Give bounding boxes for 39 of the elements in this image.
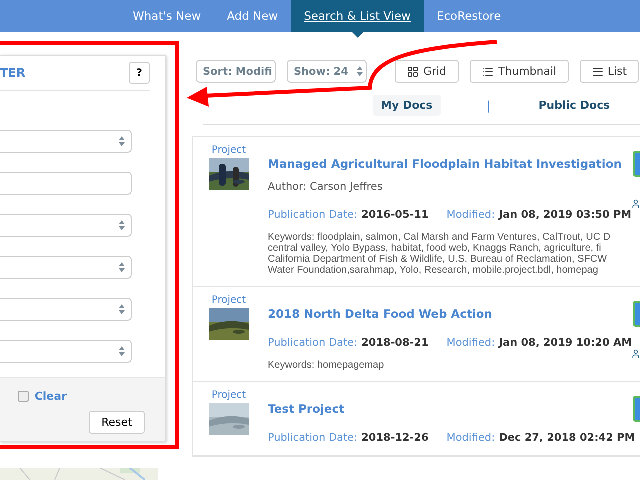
nav-tab[interactable]: What's New — [120, 0, 214, 32]
date-label: Modified: — [446, 432, 496, 444]
view-button[interactable]: List — [580, 60, 639, 83]
keywords-line: central valley, Yolo Bypass, habitat, food web, Knaggs Ranch, agriculture, fi — [268, 243, 602, 254]
reset-button[interactable]: Reset — [89, 411, 145, 434]
help-button[interactable]: ? — [129, 62, 150, 84]
date-value: 2018-12-26 — [362, 432, 429, 444]
doc-author: Author: Carson Jeffres — [268, 181, 384, 193]
doc-type: Project — [212, 295, 246, 306]
clear-link[interactable]: Clear — [34, 390, 67, 403]
keywords-line: Keywords: homepagemap — [268, 360, 386, 371]
keywords-line: Water Foundation,sarahmap, Yolo, Research, mobile.project.bdl, homepag — [268, 265, 600, 276]
doc-tab[interactable]: Public Docs — [530, 95, 618, 116]
date-value: Jan 08, 2019 03:50 PM — [499, 209, 632, 221]
view-button[interactable]: Thumbnail — [470, 60, 569, 83]
date-value: 2018-08-21 — [362, 337, 429, 349]
doc-type: Project — [212, 145, 246, 156]
date-label: Modified: — [446, 337, 496, 349]
nav-tab[interactable]: EcoRestore — [424, 0, 514, 32]
date-value: Jan 08, 2019 10:20 AM — [499, 337, 632, 349]
panel-title: TER — [0, 66, 26, 80]
date-label: Publication Date: — [268, 432, 358, 444]
doc-title[interactable]: Test Project — [268, 402, 636, 416]
tab-separator: | — [486, 98, 491, 112]
view-button[interactable]: Grid — [395, 60, 459, 83]
doc-title[interactable]: 2018 North Delta Food Web Action — [268, 307, 632, 321]
sort-select[interactable]: Sort: Modifi — [196, 60, 276, 83]
keywords-line: California Department of Fish & Wildlife, U.S. Bureau of Reclamation, SFCW — [268, 254, 608, 265]
date-value: Dec 27, 2018 02:42 PM — [499, 432, 636, 444]
date-label: Publication Date: — [268, 337, 358, 349]
date-label: Modified: — [446, 209, 496, 221]
keywords-line: Keywords: floodplain, salmon, Cal Marsh and Farm Ventures, CalTrout, UC D — [268, 232, 612, 243]
show-select[interactable]: Show: 24 — [287, 60, 367, 83]
date-label: Publication Date: — [268, 209, 358, 221]
nav-tab[interactable]: Add New — [214, 0, 292, 32]
doc-tab[interactable]: My Docs — [373, 95, 441, 116]
doc-type: Project — [212, 390, 246, 401]
doc-title[interactable]: Managed Agricultural Floodplain Habitat Investigation — [268, 157, 632, 171]
date-value: 2016-05-11 — [362, 209, 429, 221]
